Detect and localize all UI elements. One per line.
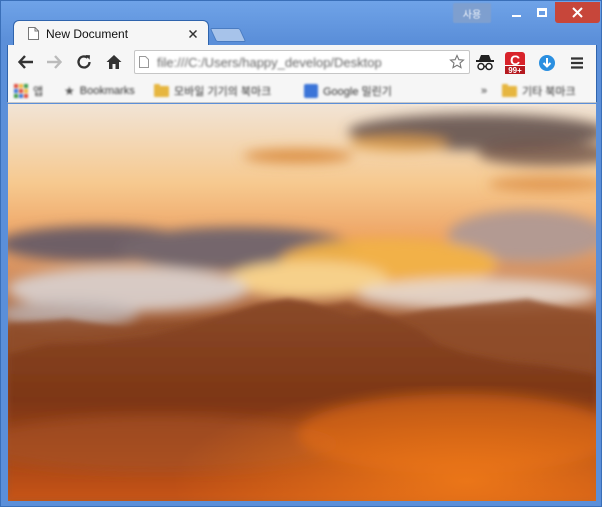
- overflow-chevron-icon: »: [481, 85, 488, 97]
- bookmark-item[interactable]: Google 밀린기: [304, 83, 392, 99]
- other-bookmarks-folder[interactable]: 기타 북마크: [502, 83, 576, 99]
- reload-button[interactable]: [72, 51, 96, 73]
- close-icon: [189, 29, 197, 38]
- tab-close-button[interactable]: [186, 27, 200, 41]
- bookmark-star-icon[interactable]: [449, 54, 465, 70]
- menu-button[interactable]: [566, 52, 588, 74]
- maximize-button[interactable]: [529, 2, 555, 23]
- bookmark-apps[interactable]: 앱: [14, 83, 43, 99]
- google-icon: [304, 84, 318, 98]
- document-icon: [28, 27, 39, 40]
- download-extension-button[interactable]: [536, 52, 558, 74]
- incognito-extension-button[interactable]: [474, 52, 496, 74]
- bookmark-item[interactable]: ★ Bookmarks: [64, 83, 135, 99]
- window-bottom-border: [7, 501, 597, 506]
- arrow-right-icon: [47, 55, 63, 69]
- minimize-icon: [511, 14, 521, 17]
- bookmarks-bar: 앱 ★ Bookmarks 모바일 기기의 북마크 Google 밀린기 » 기…: [7, 79, 597, 103]
- bookmark-label: 모바일 기기의 북마크: [174, 86, 272, 98]
- mask-icon: [476, 55, 494, 71]
- page-icon: [139, 56, 149, 68]
- tab-new-document[interactable]: New Document: [13, 20, 209, 46]
- apps-grid-icon: [14, 84, 28, 98]
- close-icon: [572, 7, 583, 18]
- reload-icon: [77, 55, 91, 69]
- home-button[interactable]: [102, 51, 126, 73]
- tab-title: New Document: [46, 26, 129, 41]
- minimize-button[interactable]: [503, 2, 529, 23]
- c-extension-icon: C 99+: [505, 52, 525, 75]
- folder-icon: [502, 83, 517, 97]
- arrow-left-icon: [17, 55, 33, 69]
- maximize-icon: [537, 8, 547, 17]
- bookmark-label: Google 밀린기: [323, 86, 392, 98]
- star-icon: ★: [64, 84, 75, 98]
- bookmark-label: 앱: [33, 86, 44, 98]
- forward-button[interactable]: [42, 51, 66, 73]
- address-bar[interactable]: [134, 50, 470, 74]
- bookmark-label: Bookmarks: [79, 85, 135, 97]
- folder-icon: [154, 83, 169, 97]
- notification-count-badge: 99+: [505, 65, 525, 75]
- close-button[interactable]: [555, 2, 600, 23]
- back-button[interactable]: [14, 51, 38, 73]
- home-icon: [106, 55, 122, 69]
- sunset-mountains-image: [8, 114, 596, 501]
- profile-badge[interactable]: 사용: [453, 3, 491, 23]
- browser-window: 사용 New Document file:///C:/Users/happy_d…: [0, 0, 602, 507]
- bookmark-item[interactable]: 모바일 기기의 북마크: [154, 83, 271, 99]
- url-input[interactable]: [157, 54, 449, 70]
- hamburger-menu-icon: [571, 57, 583, 69]
- bookmarks-overflow-button[interactable]: »: [476, 83, 487, 99]
- new-tab-button[interactable]: [209, 28, 247, 42]
- page-content-image: [8, 104, 596, 501]
- download-icon: [539, 55, 555, 71]
- bookmark-label: 기타 북마크: [522, 86, 576, 98]
- c-extension-button[interactable]: C 99+: [504, 52, 526, 75]
- toolbar: C 99+: [7, 45, 597, 79]
